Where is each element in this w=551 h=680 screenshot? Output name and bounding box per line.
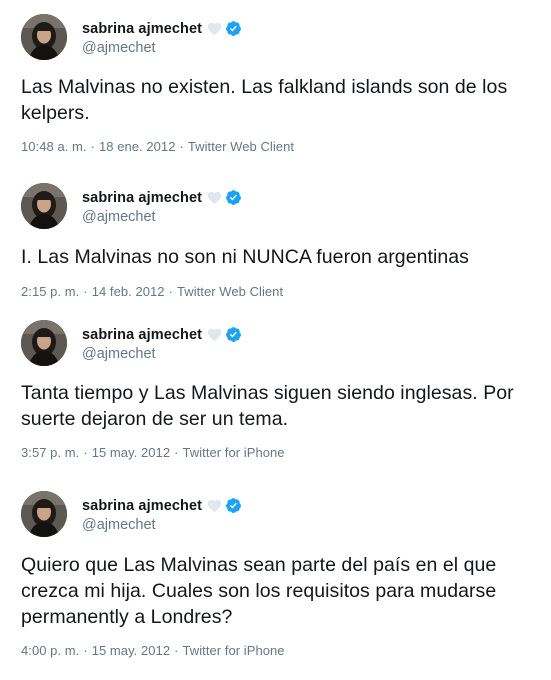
- avatar[interactable]: [21, 320, 67, 366]
- avatar-photo: [21, 320, 67, 366]
- tweet-date[interactable]: 14 feb. 2012: [92, 284, 165, 299]
- meta-separator: ·: [174, 445, 179, 460]
- tweet-source[interactable]: Twitter Web Client: [177, 284, 283, 299]
- white-heart-icon: [207, 22, 222, 36]
- tweet-header: sabrina ajmechet @ajmechet: [21, 14, 539, 60]
- meta-separator: ·: [83, 643, 88, 658]
- tweet-text: Las Malvinas no existen. Las falkland is…: [21, 76, 513, 124]
- tweet-time[interactable]: 2:15 p. m.: [21, 284, 79, 299]
- verified-badge-icon: [225, 20, 242, 37]
- avatar[interactable]: [21, 14, 67, 60]
- name-row: sabrina ajmechet: [82, 325, 242, 345]
- tweet-date[interactable]: 18 ene. 2012: [99, 139, 176, 154]
- tweet-text: Quiero que Las Malvinas sean parte del p…: [21, 554, 502, 628]
- verified-badge-icon: [225, 189, 242, 206]
- display-name[interactable]: sabrina ajmechet: [82, 327, 202, 343]
- verified-badge-icon: [225, 497, 242, 514]
- name-row: sabrina ajmechet: [82, 188, 242, 208]
- name-row: sabrina ajmechet: [82, 496, 242, 516]
- tweet-card[interactable]: sabrina ajmechet @ajmechet I. Las Malvin…: [0, 183, 551, 299]
- display-name[interactable]: sabrina ajmechet: [82, 21, 202, 37]
- tweet-text: Tanta tiempo y Las Malvinas siguen siend…: [21, 382, 520, 430]
- tweet-meta: 2:15 p. m. · 14 feb. 2012 · Twitter Web Clie…: [21, 284, 539, 299]
- tweet-meta: 10:48 a. m. · 18 ene. 2012 · Twitter Web Cli…: [21, 139, 539, 154]
- tweet-card[interactable]: sabrina ajmechet @ajmechet Tanta tiempo …: [0, 320, 551, 460]
- tweet-time[interactable]: 3:57 p. m.: [21, 445, 79, 460]
- tweet-meta: 3:57 p. m. · 15 may. 2012 · Twitter for iPho…: [21, 445, 539, 460]
- meta-separator: ·: [179, 139, 184, 154]
- author-info: sabrina ajmechet @ajmechet: [82, 496, 242, 533]
- user-handle[interactable]: @ajmechet: [82, 346, 242, 362]
- meta-separator: ·: [83, 284, 88, 299]
- avatar-photo: [21, 183, 67, 229]
- meta-separator: ·: [90, 139, 95, 154]
- author-info: sabrina ajmechet @ajmechet: [82, 19, 242, 56]
- tweet-source[interactable]: Twitter Web Client: [188, 139, 294, 154]
- tweet-time[interactable]: 4:00 p. m.: [21, 643, 79, 658]
- tweet-card[interactable]: sabrina ajmechet @ajmechet Quiero que La…: [0, 491, 551, 658]
- tweet-date[interactable]: 15 may. 2012: [92, 643, 170, 658]
- author-info: sabrina ajmechet @ajmechet: [82, 325, 242, 362]
- tweet-source[interactable]: Twitter for iPhone: [183, 445, 285, 460]
- tweet-date[interactable]: 15 may. 2012: [92, 445, 170, 460]
- tweet-header: sabrina ajmechet @ajmechet: [21, 320, 539, 366]
- user-handle[interactable]: @ajmechet: [82, 209, 242, 225]
- display-name[interactable]: sabrina ajmechet: [82, 498, 202, 514]
- tweet-feed: sabrina ajmechet @ajmechet Las Malvinas …: [0, 0, 551, 680]
- meta-separator: ·: [168, 284, 173, 299]
- avatar-photo: [21, 14, 67, 60]
- tweet-time[interactable]: 10:48 a. m.: [21, 139, 87, 154]
- user-handle[interactable]: @ajmechet: [82, 517, 242, 533]
- tweet-header: sabrina ajmechet @ajmechet: [21, 491, 539, 537]
- tweet-meta: 4:00 p. m. · 15 may. 2012 · Twitter for iPho…: [21, 643, 539, 658]
- avatar[interactable]: [21, 183, 67, 229]
- white-heart-icon: [207, 191, 222, 205]
- user-handle[interactable]: @ajmechet: [82, 40, 242, 56]
- tweet-text: I. Las Malvinas no son ni NUNCA fueron a…: [21, 246, 469, 268]
- verified-badge-icon: [225, 326, 242, 343]
- author-info: sabrina ajmechet @ajmechet: [82, 188, 242, 225]
- avatar[interactable]: [21, 491, 67, 537]
- avatar-photo: [21, 491, 67, 537]
- tweet-source[interactable]: Twitter for iPhone: [183, 643, 285, 658]
- white-heart-icon: [207, 499, 222, 513]
- display-name[interactable]: sabrina ajmechet: [82, 190, 202, 206]
- meta-separator: ·: [174, 643, 179, 658]
- tweet-card[interactable]: sabrina ajmechet @ajmechet Las Malvinas …: [0, 14, 551, 154]
- meta-separator: ·: [83, 445, 88, 460]
- white-heart-icon: [207, 328, 222, 342]
- tweet-header: sabrina ajmechet @ajmechet: [21, 183, 539, 229]
- name-row: sabrina ajmechet: [82, 19, 242, 39]
